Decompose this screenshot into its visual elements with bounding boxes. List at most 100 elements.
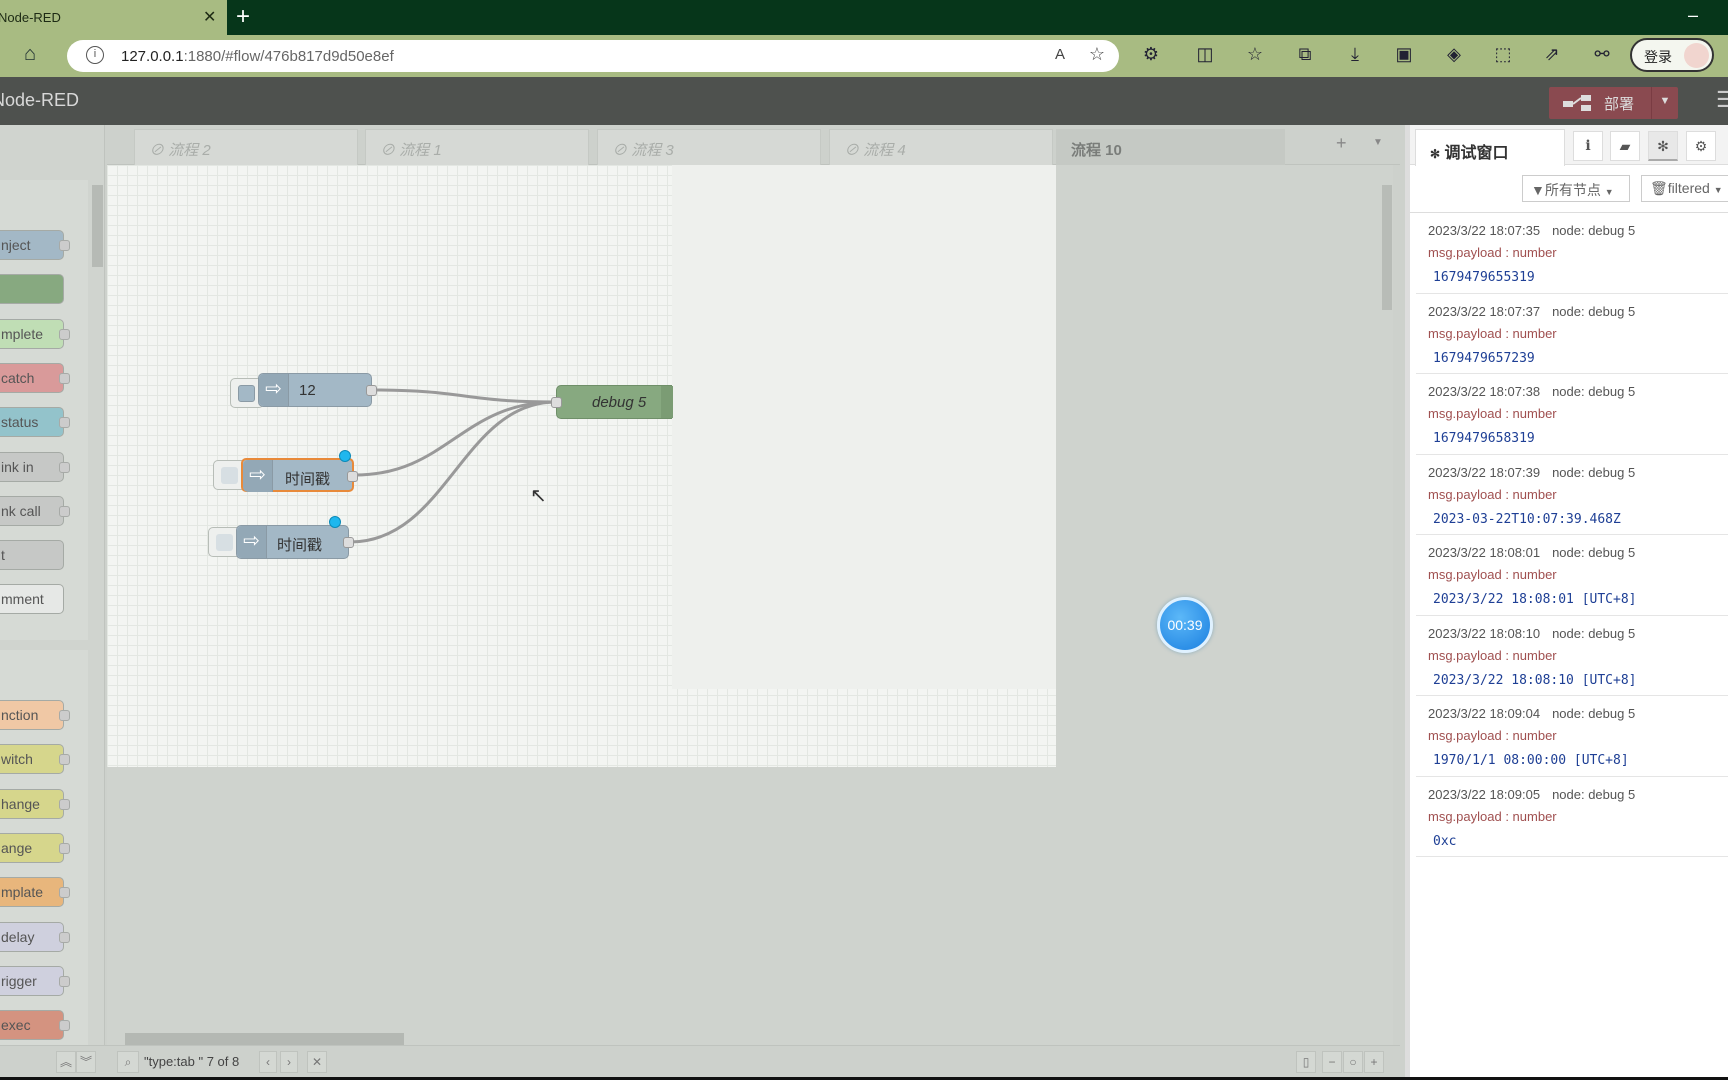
palette-node-status[interactable]: status (0, 407, 70, 438)
message-value[interactable]: 0xc (1433, 834, 1456, 849)
home-icon[interactable]: ⌂ (24, 43, 36, 66)
input-port[interactable] (551, 397, 562, 408)
message-node-link[interactable]: node: debug 5 (1552, 223, 1635, 238)
debug-message[interactable]: 2023/3/22 18:07:39 node: debug 5 msg.payl… (1416, 455, 1728, 535)
message-node-link[interactable]: node: debug 5 (1552, 304, 1635, 319)
debug-message[interactable]: 2023/3/22 18:08:01 node: debug 5 msg.payl… (1416, 535, 1728, 616)
message-value[interactable]: 1970/1/1 08:00:00 [UTC+8] (1433, 753, 1629, 768)
zoom-reset-icon[interactable]: ○ (1343, 1051, 1363, 1073)
tab-flow-3[interactable]: ⊘ 流程 3 (597, 129, 821, 165)
split-screen-icon[interactable]: ◫ (1193, 44, 1217, 65)
palette-node-range[interactable]: ange (0, 832, 70, 863)
palette-node-trigger[interactable]: rigger (0, 965, 70, 996)
palette-node-switch[interactable]: witch (0, 744, 70, 775)
collections-icon[interactable]: ⧉ (1293, 44, 1317, 65)
search-icon[interactable]: ⌕ (117, 1051, 139, 1073)
output-port[interactable] (343, 537, 354, 548)
tab-list-icon[interactable]: ▼ (1373, 137, 1383, 148)
clear-filtered-dropdown[interactable]: 🗑filtered ▼ (1641, 175, 1728, 202)
login-button[interactable]: 登录 (1630, 38, 1714, 72)
canvas-vertical-scroll-thumb[interactable] (1382, 185, 1392, 310)
tab-debug[interactable]: ✻ 调试窗口 (1415, 129, 1565, 166)
palette-node-link-call[interactable]: nk call (0, 495, 70, 526)
palette-node-function[interactable]: nction (0, 700, 70, 730)
message-value[interactable]: 2023-03-22T10:07:39.468Z (1433, 512, 1621, 527)
zoom-out-icon[interactable]: − (1322, 1051, 1342, 1073)
read-aloud-icon[interactable]: A (1055, 46, 1065, 63)
recording-timer[interactable]: 00:39 (1157, 597, 1213, 653)
palette-node-link-out[interactable]: t (0, 540, 64, 571)
favorite-add-icon[interactable]: ☆ (1089, 44, 1105, 65)
output-port[interactable] (347, 471, 358, 482)
palette-scrollbar[interactable] (90, 165, 104, 1035)
message-node-link[interactable]: node: debug 5 (1552, 384, 1635, 399)
config-gear-icon[interactable]: ⚙ (1686, 131, 1716, 161)
debug-tab-bug-icon[interactable]: ✻ (1648, 131, 1678, 161)
performance-icon[interactable]: ◈ (1442, 44, 1466, 65)
palette-collapse-up-icon[interactable]: ︽ (56, 1051, 76, 1073)
palette-scroll-thumb[interactable] (92, 185, 103, 267)
palette-node-exec[interactable]: exec (0, 1010, 70, 1041)
debug-toggle[interactable] (661, 386, 673, 418)
palette-collapse-down-icon[interactable]: ︾ (76, 1051, 96, 1073)
debug-message[interactable]: 2023/3/22 18:07:38 node: debug 5 msg.payl… (1416, 374, 1728, 455)
message-value[interactable]: 1679479658319 (1433, 431, 1535, 446)
search-close-icon[interactable]: ✕ (307, 1051, 327, 1073)
favorites-icon[interactable]: ☆ (1243, 44, 1267, 65)
translate-icon[interactable]: ▣ (1392, 44, 1416, 65)
tab-flow-10[interactable]: 流程 10 (1056, 129, 1285, 165)
inject-node-12[interactable]: ⇨ 12 (258, 373, 377, 407)
flow-canvas[interactable]: ⇨ 12 ⇨ 时间戳 ⇨ 时间戳 debug 5 ↖ 00:39 (107, 165, 1393, 1045)
search-prev-icon[interactable]: ‹ (259, 1051, 277, 1073)
palette-node-template[interactable]: mplate (0, 877, 70, 908)
deploy-dropdown-icon[interactable]: ▼ (1651, 87, 1678, 119)
help-book-icon[interactable]: ▰ (1610, 131, 1640, 161)
extensions-icon[interactable]: ⚙ (1139, 44, 1163, 65)
message-node-link[interactable]: node: debug 5 (1552, 465, 1635, 480)
tab-flow-4[interactable]: ⊘ 流程 4 (829, 129, 1053, 165)
debug-message[interactable]: 2023/3/22 18:08:10 node: debug 5 msg.payl… (1416, 616, 1728, 696)
palette-node-inject[interactable]: nject (0, 230, 70, 260)
download-icon[interactable]: ⤓ (1343, 44, 1367, 65)
deploy-button[interactable]: 部署 ▼ (1549, 87, 1678, 119)
message-node-link[interactable]: node: debug 5 (1552, 706, 1635, 721)
info-icon[interactable]: i (86, 46, 104, 64)
message-value[interactable]: 1679479655319 (1433, 270, 1535, 285)
tab-flow-1[interactable]: ⊘ 流程 1 (365, 129, 589, 165)
palette-node-change[interactable]: hange (0, 788, 70, 819)
canvas-horizontal-scroll-thumb[interactable] (125, 1033, 404, 1045)
minimize-icon[interactable]: – (1688, 5, 1698, 26)
search-next-icon[interactable]: › (280, 1051, 298, 1073)
message-value[interactable]: 2023/3/22 18:08:01 [UTC+8] (1433, 592, 1637, 607)
address-bar[interactable]: i 127.0.0.1:1880/#flow/476b817d9d50e8ef … (67, 40, 1119, 72)
message-value[interactable]: 1679479657239 (1433, 351, 1535, 366)
close-tab-icon[interactable]: ✕ (203, 7, 216, 27)
palette-node-comment[interactable]: mment (0, 584, 64, 615)
debug-message[interactable]: 2023/3/22 18:07:35 node: debug 5 msg.payl… (1416, 213, 1728, 294)
inject-node-timestamp-selected[interactable]: ⇨ 时间戳 (241, 450, 358, 492)
share-icon[interactable]: ⇗ (1540, 44, 1564, 65)
palette-node-catch[interactable]: catch (0, 362, 70, 393)
navigator-icon[interactable]: ▯ (1296, 1051, 1316, 1073)
debug-message[interactable]: 2023/3/22 18:07:37 node: debug 5 msg.payl… (1416, 294, 1728, 374)
add-flow-icon[interactable]: + (1336, 133, 1347, 154)
new-tab-icon[interactable]: + (236, 3, 250, 31)
debug-node[interactable]: debug 5 (551, 385, 673, 419)
message-node-link[interactable]: node: debug 5 (1552, 787, 1635, 802)
profile-sync-icon[interactable]: ⚯ (1590, 44, 1614, 65)
browser-tab[interactable]: Node-RED ✕ (0, 0, 227, 36)
message-value[interactable]: 2023/3/22 18:08:10 [UTC+8] (1433, 673, 1637, 688)
filter-nodes-dropdown[interactable]: ▼所有节点 ▼ (1522, 175, 1630, 202)
debug-message[interactable]: 2023/3/22 18:09:04 node: debug 5 msg.payl… (1416, 696, 1728, 777)
palette-node-complete[interactable]: mplete (0, 318, 70, 349)
info-tab-icon[interactable]: i (1573, 131, 1603, 161)
screenshot-icon[interactable]: ⬚ (1491, 44, 1515, 65)
palette-node-debug[interactable] (0, 274, 64, 305)
debug-message[interactable]: 2023/3/22 18:09:05 node: debug 5 msg.payl… (1416, 777, 1728, 857)
output-port[interactable] (366, 385, 377, 396)
inject-node-timestamp[interactable]: ⇨ 时间戳 (236, 516, 354, 559)
zoom-in-icon[interactable]: + (1364, 1051, 1384, 1073)
message-node-link[interactable]: node: debug 5 (1552, 545, 1635, 560)
main-menu-icon[interactable]: ☰ (1716, 87, 1728, 113)
tab-flow-2[interactable]: ⊘ 流程 2 (134, 129, 358, 165)
